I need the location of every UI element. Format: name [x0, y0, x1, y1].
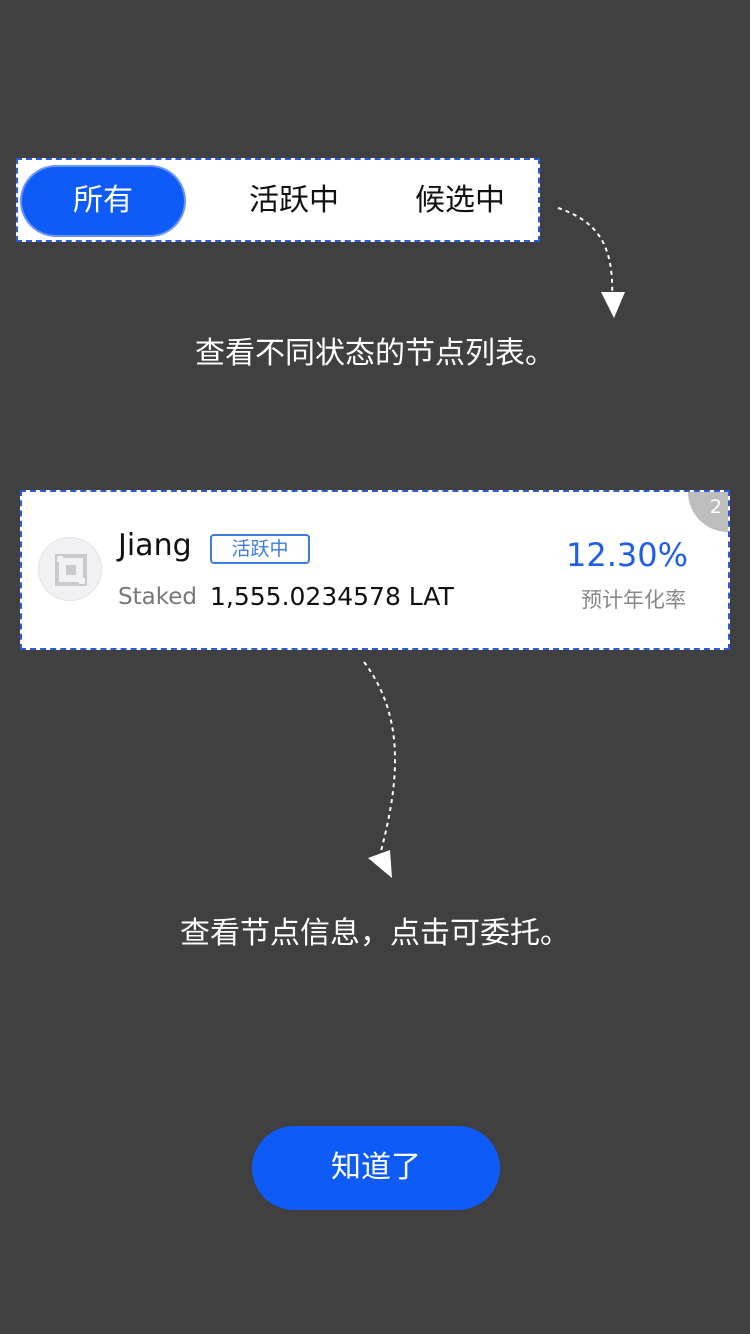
- node-name: Jiang: [118, 528, 192, 563]
- node-avatar-icon: [55, 554, 87, 586]
- guide-arrowhead-1: [601, 292, 625, 318]
- card-hint-text: 查看节点信息，点击可委托。: [180, 916, 570, 951]
- node-avatar: [38, 537, 102, 601]
- node-card[interactable]: Jiang 活跃中 Staked 1,555.0234578 LAT 12.30…: [20, 490, 730, 650]
- got-it-button[interactable]: 知道了: [252, 1126, 500, 1210]
- tabs-hint-text: 查看不同状态的节点列表。: [195, 336, 555, 371]
- staked-label: Staked: [118, 584, 197, 610]
- annual-rate-label: 预计年化率: [581, 588, 686, 612]
- guide-arrow-1: [557, 207, 614, 299]
- guide-arrow-2: [363, 661, 396, 863]
- status-badge: 活跃中: [210, 534, 310, 564]
- annual-rate-value: 12.30%: [565, 536, 688, 574]
- rank-number: 2: [709, 496, 722, 518]
- guide-arrowhead-2: [368, 850, 392, 878]
- staked-value: 1,555.0234578 LAT: [210, 582, 454, 611]
